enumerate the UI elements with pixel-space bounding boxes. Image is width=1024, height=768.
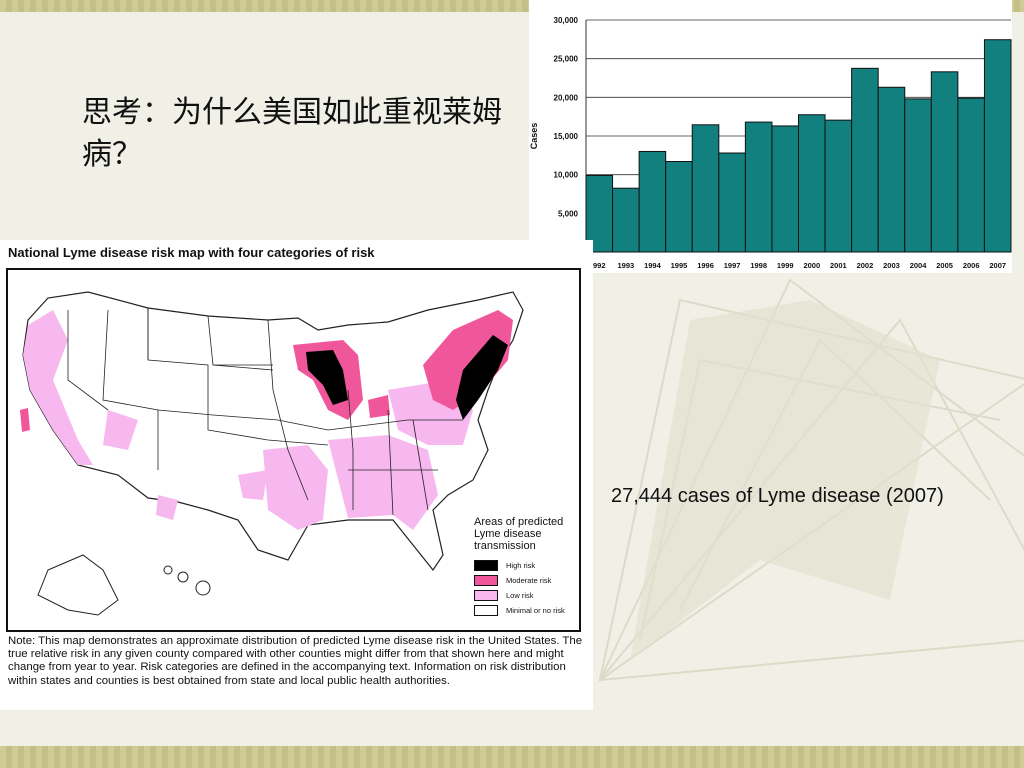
legend-label: Low risk xyxy=(506,591,534,600)
legend-swatch-moderate xyxy=(474,575,498,586)
legend-label: High risk xyxy=(506,561,536,570)
x-tick-label: 1997 xyxy=(724,261,741,270)
bar xyxy=(904,98,932,253)
bar xyxy=(798,114,826,253)
x-tick-label: 2000 xyxy=(803,261,820,270)
legend-item: High risk xyxy=(474,558,584,573)
y-tick-label: 5,000 xyxy=(558,209,579,218)
x-tick-label: 1999 xyxy=(777,261,794,270)
x-tick-label: 1995 xyxy=(671,261,688,270)
bar xyxy=(744,121,773,253)
bar xyxy=(771,125,799,253)
y-axis-label: Cases xyxy=(529,123,539,150)
legend-title: Areas of predicted Lyme disease transmis… xyxy=(474,516,564,552)
hawaii-outline xyxy=(163,565,211,596)
map-legend: Areas of predicted Lyme disease transmis… xyxy=(474,516,584,618)
bar xyxy=(665,161,693,253)
legend-swatch-low xyxy=(474,590,498,601)
cases-chart: 5,000 10,000 15,000 20,000 25,000 30,000 Cases… xyxy=(529,0,1012,273)
legend-swatch-minimal xyxy=(474,605,498,616)
cases-bar-chart: 5,000 10,000 15,000 20,000 25,000 30,000 Cases… xyxy=(529,16,1012,270)
alaska-outline xyxy=(37,554,119,616)
legend-item: Low risk xyxy=(474,588,584,603)
map-title: National Lyme disease risk map with four… xyxy=(8,245,375,260)
x-tick-label: 2006 xyxy=(963,261,980,270)
bar xyxy=(638,150,667,253)
x-tick-label: 2002 xyxy=(857,261,874,270)
x-tick-label: 2001 xyxy=(830,261,847,270)
y-tick-label: 30,000 xyxy=(554,16,579,25)
bar xyxy=(930,71,959,253)
x-tick-label: 2005 xyxy=(936,261,953,270)
bar xyxy=(824,119,853,253)
bar xyxy=(877,86,906,253)
legend-label: Moderate risk xyxy=(506,576,552,585)
y-tick-label: 20,000 xyxy=(554,93,579,102)
x-tick-label: 2003 xyxy=(883,261,900,270)
x-tick-label: 1996 xyxy=(697,261,714,270)
bar xyxy=(983,39,1012,253)
x-tick-label: 1993 xyxy=(618,261,635,270)
bar xyxy=(718,152,746,253)
bottom-decorative-band xyxy=(0,746,1024,768)
legend-label: Minimal or no risk xyxy=(506,606,565,615)
x-tick-label: 992 xyxy=(593,261,606,270)
y-tick-label: 10,000 xyxy=(554,171,579,180)
x-tick-label: 1994 xyxy=(644,261,662,270)
bar xyxy=(851,67,879,253)
y-tick-label: 25,000 xyxy=(554,55,579,64)
map-note: Note: This map demonstrates an approxima… xyxy=(8,635,583,687)
bar xyxy=(612,187,640,253)
x-tick-label: 2007 xyxy=(989,261,1006,270)
map-frame: Areas of predicted Lyme disease transmis… xyxy=(6,268,581,632)
legend-swatch-high xyxy=(474,560,498,571)
lyme-risk-map-panel: National Lyme disease risk map with four… xyxy=(0,240,593,710)
x-tick-label: 1998 xyxy=(750,261,767,270)
slide-title: 思考：为什么美国如此重视莱姆病？ xyxy=(82,95,502,172)
x-tick-label: 2004 xyxy=(910,261,928,270)
bar xyxy=(957,97,985,253)
bar xyxy=(691,124,720,253)
y-tick-label: 15,000 xyxy=(554,132,579,141)
cases-caption: 27,444 cases of Lyme disease (2007) xyxy=(611,485,944,507)
legend-item: Minimal or no risk xyxy=(474,603,584,618)
legend-item: Moderate risk xyxy=(474,573,584,588)
